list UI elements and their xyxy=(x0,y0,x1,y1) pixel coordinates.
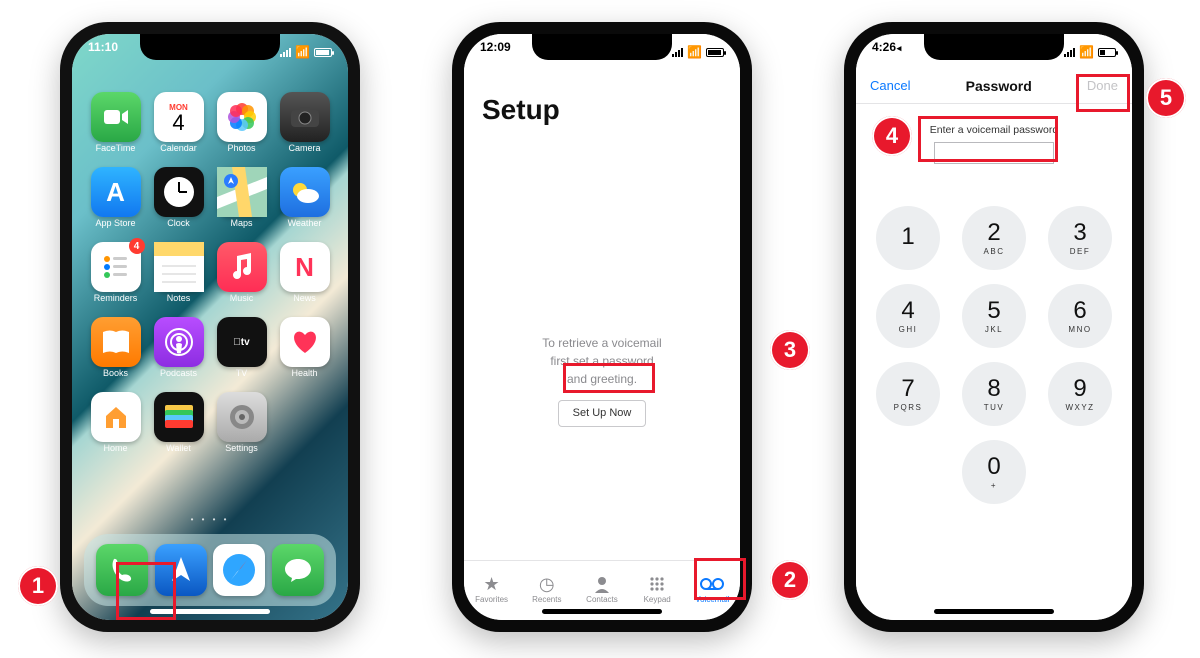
keypad: 1 2ABC 3DEF 4GHI 5JKL 6MNO 7PQRS 8TUV 9W… xyxy=(856,206,1132,504)
app-facetime[interactable]: FaceTime xyxy=(88,92,143,153)
notch xyxy=(140,34,280,60)
app-calendar[interactable]: MON4Calendar xyxy=(151,92,206,153)
keypad-icon xyxy=(649,574,665,594)
person-icon xyxy=(593,574,611,594)
highlight-box-2 xyxy=(694,558,746,600)
tab-recents[interactable]: ◷Recents xyxy=(519,574,574,604)
notch xyxy=(532,34,672,60)
status-time: 12:09 xyxy=(480,40,511,64)
tab-contacts[interactable]: Contacts xyxy=(574,574,629,604)
status-indicators: 📶 xyxy=(1064,40,1116,64)
wifi-icon: 📶 xyxy=(295,45,310,59)
app-books[interactable]: Books xyxy=(88,317,143,378)
dock-safari[interactable] xyxy=(213,544,265,596)
key-0[interactable]: 0+ xyxy=(962,440,1026,504)
app-news[interactable]: NNews xyxy=(277,242,332,303)
callout-4: 4 xyxy=(872,116,912,156)
key-7[interactable]: 7PQRS xyxy=(876,362,940,426)
home-indicator[interactable] xyxy=(542,609,662,614)
wifi-icon: 📶 xyxy=(687,45,702,59)
app-tv[interactable]: tvTV xyxy=(214,317,269,378)
cancel-button[interactable]: Cancel xyxy=(870,78,910,93)
phone-password: 4:26 ◂ 📶 Cancel Password Done Enter a vo… xyxy=(844,22,1144,632)
wifi-icon: 📶 xyxy=(1079,45,1094,59)
app-photos[interactable]: Photos xyxy=(214,92,269,153)
phone-setup: 12:09 📶 Setup To retrieve a voicemail fi… xyxy=(452,22,752,632)
highlight-box-4 xyxy=(918,116,1058,162)
key-2[interactable]: 2ABC xyxy=(962,206,1026,270)
tab-favorites[interactable]: ★Favorites xyxy=(464,574,519,604)
star-icon: ★ xyxy=(484,574,500,594)
battery-icon xyxy=(706,48,724,57)
key-5[interactable]: 5JKL xyxy=(962,284,1026,348)
app-clock[interactable]: Clock xyxy=(151,167,206,228)
callout-2: 2 xyxy=(770,560,810,600)
badge: 4 xyxy=(129,238,145,254)
status-indicators: 📶 xyxy=(672,40,724,64)
app-appstore[interactable]: AApp Store xyxy=(88,167,143,228)
callout-5: 5 xyxy=(1146,78,1186,118)
highlight-box-5 xyxy=(1076,74,1130,112)
app-weather[interactable]: Weather xyxy=(277,167,332,228)
status-time: 4:26 ◂ xyxy=(872,40,901,64)
status-indicators: 📶 xyxy=(280,40,332,64)
battery-icon xyxy=(314,48,332,57)
dock-messages[interactable] xyxy=(272,544,324,596)
clock-icon: ◷ xyxy=(539,574,555,594)
notch xyxy=(924,34,1064,60)
status-time: 11:10 xyxy=(88,40,118,64)
app-settings[interactable]: Settings xyxy=(214,392,269,453)
app-maps[interactable]: Maps xyxy=(214,167,269,228)
signal-icon xyxy=(672,48,683,57)
app-home[interactable]: Home xyxy=(88,392,143,453)
nav-title: Password xyxy=(966,78,1032,94)
app-podcasts[interactable]: Podcasts xyxy=(151,317,206,378)
app-camera[interactable]: Camera xyxy=(277,92,332,153)
callout-3: 3 xyxy=(770,330,810,370)
page-dots: • • • • xyxy=(72,515,348,524)
setup-now-button[interactable]: Set Up Now xyxy=(558,400,647,427)
battery-icon xyxy=(1098,48,1116,57)
key-6[interactable]: 6MNO xyxy=(1048,284,1112,348)
signal-icon xyxy=(280,48,291,57)
callout-1: 1 xyxy=(18,566,58,606)
page-title: Setup xyxy=(482,94,560,126)
key-3[interactable]: 3DEF xyxy=(1048,206,1112,270)
app-music[interactable]: Music xyxy=(214,242,269,303)
home-indicator[interactable] xyxy=(934,609,1054,614)
phone-home: 11:10 📶 FaceTime MON4Calendar Photos Cam… xyxy=(60,22,360,632)
app-notes[interactable]: Notes xyxy=(151,242,206,303)
key-9[interactable]: 9WXYZ xyxy=(1048,362,1112,426)
app-wallet[interactable]: Wallet xyxy=(151,392,206,453)
key-1[interactable]: 1 xyxy=(876,206,940,270)
app-health[interactable]: Health xyxy=(277,317,332,378)
app-grid: FaceTime MON4Calendar Photos Camera AApp… xyxy=(72,92,348,453)
tutorial-canvas: 11:10 📶 FaceTime MON4Calendar Photos Cam… xyxy=(0,0,1200,658)
highlight-box-3 xyxy=(563,363,655,393)
app-reminders[interactable]: 4Reminders xyxy=(88,242,143,303)
key-8[interactable]: 8TUV xyxy=(962,362,1026,426)
tab-keypad[interactable]: Keypad xyxy=(630,574,685,604)
key-4[interactable]: 4GHI xyxy=(876,284,940,348)
signal-icon xyxy=(1064,48,1075,57)
highlight-box-1 xyxy=(116,562,176,620)
